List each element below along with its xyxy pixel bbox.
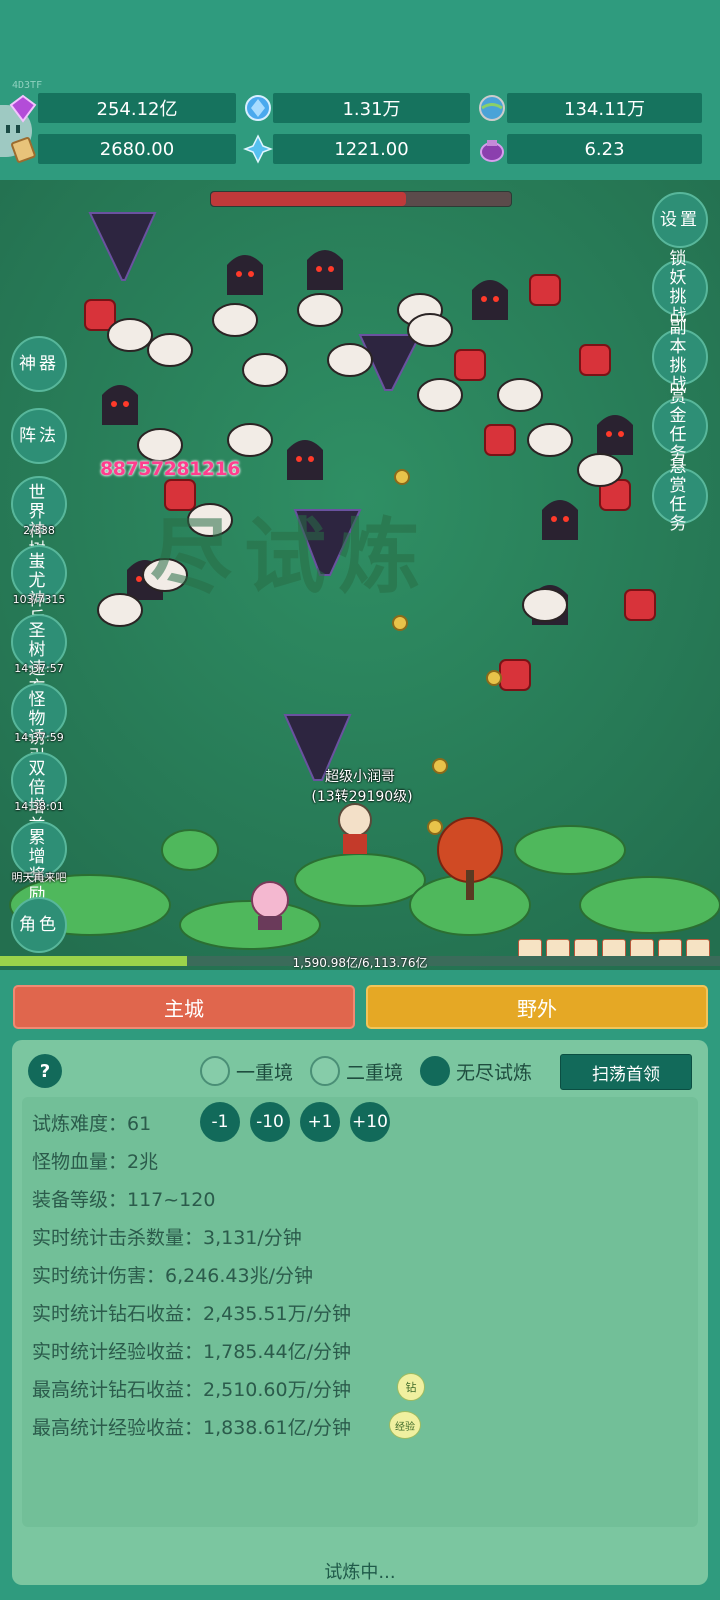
companion-sprite [251,881,289,930]
boss-hp-fill [211,192,406,206]
side-button-sublabel: 14:37:57 [14,662,64,675]
difficulty-minus-1-button[interactable]: -1 [200,1102,240,1142]
right-button-4[interactable]: 悬赏任务 [652,458,708,534]
side-button-sublabel: 103/7315 [12,593,66,606]
right-button-0[interactable]: 设置 [652,192,708,248]
side-button-0[interactable]: 神器 [11,336,67,392]
potion-bag-icon [480,140,504,162]
resource-ice-crystal: 1221.00 [243,134,470,164]
stat-damage: 实时统计伤害：6,246.43兆/分钟 [32,1265,314,1287]
stat-diamond-income: 实时统计钻石收益：2,435.51万/分钟 [32,1303,352,1325]
stat-difficulty: 试炼难度：61 [32,1113,152,1135]
player-level: (13转29190级) [311,789,413,805]
stat-kills: 实时统计击杀数量：3,131/分钟 [32,1227,302,1249]
radio-label: 无尽试炼 [456,1062,533,1084]
blue-crystal-icon [245,95,271,121]
stat-equip-level: 装备等级：117~120 [32,1189,216,1211]
difficulty-plus-10-button[interactable]: +10 [350,1102,390,1142]
wild-button[interactable]: 野外 [366,985,708,1029]
diamond-badge[interactable]: 钻 [397,1373,425,1401]
resource-value: 6.23 [584,138,625,160]
trial-status: 试炼中... [324,1562,396,1583]
ice-crystal-icon [243,134,273,164]
resource-value: 254.12亿 [96,99,178,120]
damage-number: 88757281216 [100,458,240,480]
player-name: 超级小润哥 [325,769,395,785]
purple-gem-icon [9,94,37,123]
side-button-sublabel: 2/338 [23,524,55,537]
scroll-icon [11,137,36,163]
globe-orb-icon [479,95,505,121]
resource-globe: 134.11万 [479,93,702,123]
stat-exp-income: 实时统计经验收益：1,785.44亿/分钟 [32,1341,352,1363]
side-button-sublabel: 14:38:01 [14,800,64,813]
side-button-8[interactable]: 角色 [11,897,67,953]
difficulty-plus-1-button[interactable]: +1 [300,1102,340,1142]
right-button-3[interactable]: 赏金任务 [652,388,708,464]
player-sprite [338,803,372,854]
exp-text: 1,590.98亿/6,113.76亿 [292,956,428,970]
resource-potion-bag: 6.23 [480,134,702,164]
right-button-1[interactable]: 锁妖挑战 [652,250,708,326]
mode-watermark: 尽试炼 [150,509,433,605]
side-button-sublabel: 明天再来吧 [11,871,67,884]
resource-value: 134.11万 [564,99,645,120]
radio-label: 一重境 [236,1062,294,1084]
exp-badge[interactable]: 经验 [389,1411,421,1439]
resource-blue-crystal: 1.31万 [245,93,470,123]
debug-tag: 4D3TF [12,80,43,91]
radio-endless-trial[interactable] [420,1056,450,1086]
stat-max-exp: 最高统计经验收益：1,838.61亿/分钟 [32,1417,352,1439]
radio-realm-1[interactable] [200,1056,230,1086]
stat-max-diamond: 最高统计钻石收益：2,510.60万/分钟 [32,1379,352,1401]
resource-value: 2680.00 [99,138,175,160]
help-button[interactable]: ? [28,1054,62,1088]
right-button-2[interactable]: 副本挑战 [652,319,708,395]
stat-monster-hp: 怪物血量：2兆 [32,1151,159,1173]
radio-label: 二重境 [346,1062,404,1084]
sweep-boss-button[interactable]: 扫荡首领 [560,1054,692,1090]
boss-hp-bar [210,191,512,207]
radio-realm-2[interactable] [310,1056,340,1086]
side-button-1[interactable]: 阵法 [11,408,67,464]
main-city-button[interactable]: 主城 [13,985,355,1029]
difficulty-minus-10-button[interactable]: -10 [250,1102,290,1142]
resource-value: 1.31万 [342,99,401,120]
side-button-sublabel: 14:37:59 [14,731,64,744]
resource-scroll: 2680.00 [11,134,236,164]
resource-purple-gem: 254.12亿 [9,93,236,123]
resource-value: 1221.00 [334,138,409,160]
